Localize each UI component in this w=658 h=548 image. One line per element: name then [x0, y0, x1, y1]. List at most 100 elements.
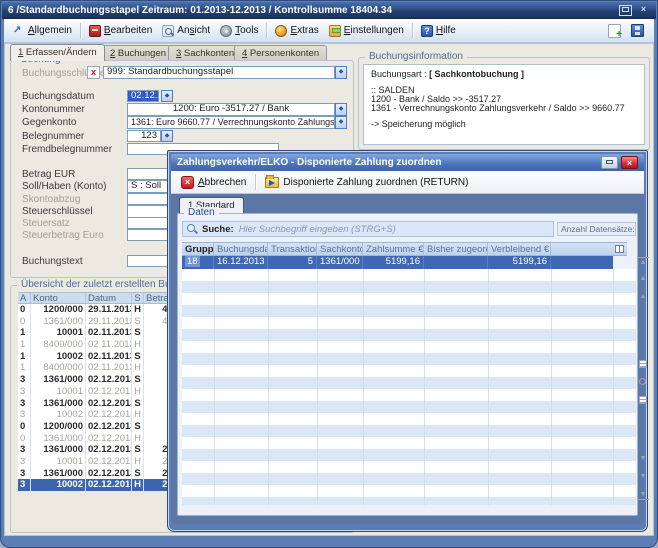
table-row[interactable]: 3 1361/000 02.12.2013 S 249: [18, 444, 180, 456]
new-document-icon[interactable]: [608, 24, 621, 38]
label-steuerbetrag: Steuerbetrag Euro: [22, 230, 104, 241]
edit-book-icon: [89, 25, 101, 37]
label-buchungstext: Buchungstext: [22, 256, 83, 267]
cancel-button[interactable]: × Abbrechen: [176, 174, 251, 191]
steuersatz-input[interactable]: [127, 217, 172, 229]
label-steuersatz: Steuersatz: [22, 218, 70, 229]
label-skontoabzug: Skontoabzug: [22, 194, 80, 205]
close-window-icon[interactable]: ×: [637, 5, 650, 16]
buchungsdatum-input[interactable]: 02.12.2013: [127, 90, 159, 102]
table-row[interactable]: 3 10002 02.12.2013 H 54: [18, 409, 180, 421]
label-betrag: Betrag EUR: [22, 169, 75, 180]
label-kontonummer: Kontonummer: [22, 104, 85, 115]
menu-bearbeiten[interactable]: Bearbeiten: [84, 23, 157, 39]
tab-personenkonten[interactable]: 4 Personenkonten: [234, 45, 327, 61]
dialog-group-daten-title: Daten: [184, 207, 219, 218]
table-row[interactable]: 3 10002 02.12.2013 H 269: [18, 479, 180, 491]
menu-bar: ↗ Allgemein Bearbeiten Ansicht Tools Ext…: [4, 19, 654, 43]
dialog-content: 1 Standard Daten Suche: Hier Suchbegriff…: [171, 194, 644, 524]
assign-folder-icon: [265, 177, 279, 188]
group-buchungsinformation: Buchungsinformation Buchungsart : [ Sach…: [358, 57, 650, 150]
buchungsschluessel-dropdown-icon[interactable]: ◆: [335, 66, 347, 79]
menu-hilfe[interactable]: ? Hilfe: [416, 23, 461, 39]
buchungsdatum-spinner-icon[interactable]: ◆: [161, 90, 173, 102]
payments-table-header[interactable]: Gruppe Buchungsdatum Transaktion Sachkon…: [182, 242, 627, 256]
gegenkonto-dropdown-icon[interactable]: ◆: [335, 116, 347, 129]
assign-payment-button[interactable]: Disponierte Zahlung zuordnen (RETURN): [260, 175, 473, 190]
zoom-row-icon[interactable]: [639, 378, 647, 386]
group-info-title: Buchungsinformation: [365, 51, 467, 62]
table-nav-strip: ▲ ▲ ▲ ▼ ▼ ▼: [637, 242, 649, 505]
belegnummer-input[interactable]: 123: [127, 130, 161, 142]
application-window: 6 /Standardbuchungsstapel Zeitraum: 01.2…: [0, 0, 658, 548]
menu-separator: [266, 23, 267, 39]
menu-allgemein[interactable]: ↗ Allgemein: [8, 23, 77, 39]
tab-buchungen[interactable]: 2 Buchungen: [102, 45, 174, 61]
extras-gem-icon: [275, 25, 287, 37]
kontonummer-combo[interactable]: 1200: Euro -3517.27 / Bank: [127, 103, 335, 116]
empty-rows-area: [182, 269, 636, 505]
search-label: Suche:: [202, 224, 234, 235]
table-row[interactable]: 3 1361/000 02.12.2013 S 269: [18, 468, 180, 480]
scroll-first-icon[interactable]: ▲: [637, 257, 649, 267]
table-row[interactable]: 0 1361/000 02.12.2013 H 94: [18, 433, 180, 445]
table-row[interactable]: 3 10001 02.12.2013 H 39: [18, 386, 180, 398]
gegenkonto-combo[interactable]: 1361: Euro 9660.77 / Verrechnungskonto Z…: [127, 116, 335, 129]
menu-tools[interactable]: Tools: [215, 23, 263, 39]
table-row[interactable]: 1 10001 02.11.2013 S 39: [18, 327, 180, 339]
menu-extras[interactable]: Extras: [270, 23, 323, 39]
dialog-title: Zahlungsverkehr/ELKO - Disponierte Zahlu…: [177, 157, 441, 168]
buchungsschluessel-combo[interactable]: 999: Standardbuchungsstapel: [103, 66, 335, 79]
search-icon: [187, 224, 197, 234]
tab-sachkonten[interactable]: 3 Sachkonten: [168, 45, 242, 61]
view-magnifier-icon: [162, 25, 174, 37]
bookings-table-header[interactable]: A Konto Datum S Betrag €: [18, 292, 180, 304]
save-icon[interactable]: [631, 24, 644, 37]
settings-panel-icon: [329, 25, 341, 37]
scroll-last-icon[interactable]: ▼: [637, 490, 649, 500]
dialog-minimize-icon[interactable]: [601, 156, 618, 169]
arrow-up-right-icon: ↗: [13, 25, 25, 37]
table-row[interactable]: 0 1200/000 29.11.2013 H 446: [18, 304, 180, 316]
table-row[interactable]: 0 1200/000 02.12.2013 S 94: [18, 421, 180, 433]
menu-einstellungen[interactable]: Einstellungen: [324, 23, 409, 39]
scroll-pagedown-icon[interactable]: ▼: [637, 454, 649, 464]
dialog-group-daten: Daten Suche: Hier Suchbegriff eingeben (…: [177, 213, 638, 516]
label-belegnummer: Belegnummer: [22, 131, 84, 142]
label-buchungsdatum: Buchungsdatum: [22, 91, 94, 102]
table-row[interactable]: 1 10002 02.11.2013 S 54: [18, 351, 180, 363]
dialog-title-bar[interactable]: Zahlungsverkehr/ELKO - Disponierte Zahlu…: [171, 154, 644, 171]
dialog-close-icon[interactable]: ×: [621, 156, 638, 169]
toolbar-separator: [255, 174, 256, 190]
table-row[interactable]: 3 1361/000 02.12.2013 S 54: [18, 398, 180, 410]
label-gegenkonto: Gegenkonto: [22, 117, 77, 128]
cancel-x-icon: ×: [181, 176, 194, 189]
label-sollhaben: Soll/Haben (Konto): [22, 181, 107, 192]
label-steuerschluessel: Steuerschlüssel: [22, 206, 93, 217]
help-icon: ?: [421, 25, 433, 37]
window-title: 6 /Standardbuchungsstapel Zeitraum: 01.2…: [8, 5, 392, 16]
kontonummer-dropdown-icon[interactable]: ◆: [335, 103, 347, 116]
info-saldo-1361: 1361 - Verrechnungskonto Zahlungsverkehr…: [371, 103, 625, 113]
scroll-pageup-icon[interactable]: ▲: [637, 292, 649, 302]
menu-ansicht[interactable]: Ansicht: [157, 23, 215, 39]
restore-window-icon[interactable]: [619, 5, 632, 16]
search-bar[interactable]: Suche: Hier Suchbegriff eingeben (STRG+S…: [182, 221, 554, 237]
tab-erfassen-aendern[interactable]: 1 Erfassen/Ändern: [10, 44, 105, 61]
column-options-icon[interactable]: [615, 245, 624, 253]
table-row[interactable]: 3 1361/000 02.12.2013 S 39: [18, 374, 180, 386]
clear-buchungsschluessel-icon[interactable]: x: [87, 66, 100, 79]
scroll-down-icon[interactable]: ▼: [637, 472, 649, 482]
table-row[interactable]: 3 10001 02.12.2013 H 249: [18, 456, 180, 468]
title-bar[interactable]: 6 /Standardbuchungsstapel Zeitraum: 01.2…: [2, 2, 656, 19]
scroll-up-icon[interactable]: ▲: [637, 274, 649, 284]
gear-icon: [220, 25, 232, 37]
payment-row-selected[interactable]: 18 16.12.2013 /Mo 5 1361/000 5199,16 519…: [182, 256, 613, 269]
list-view-icon[interactable]: [639, 396, 647, 404]
table-row[interactable]: 1 8400/000 02.11.2013 H 33: [18, 339, 180, 351]
table-row[interactable]: 1 8400/000 02.11.2013 H 45: [18, 362, 180, 374]
belegnummer-spinner-icon[interactable]: ◆: [161, 130, 173, 142]
label-fremdbelegnummer: Fremdbelegnummer: [22, 144, 112, 155]
grid-view-icon[interactable]: [639, 360, 647, 368]
table-row[interactable]: 0 1361/000 29.11.2013 S 446: [18, 316, 180, 328]
